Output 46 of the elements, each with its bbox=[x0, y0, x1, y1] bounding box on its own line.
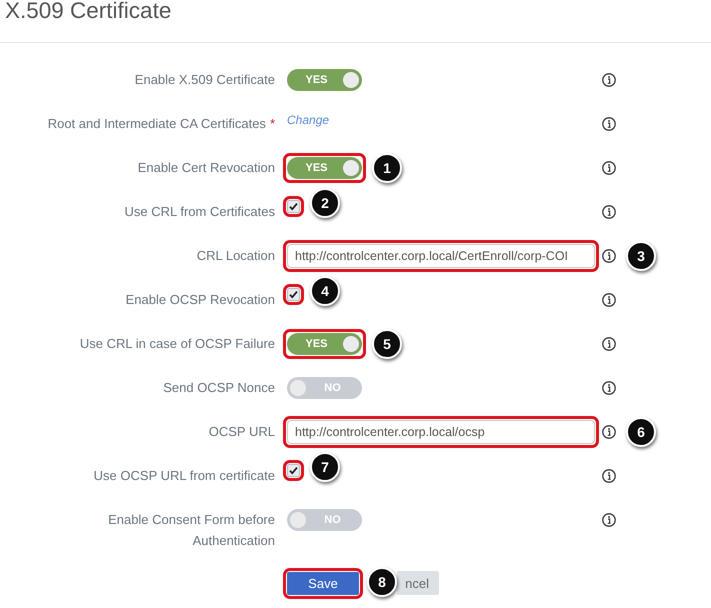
checkmark-icon bbox=[289, 466, 298, 475]
callout-marker: 7 bbox=[310, 452, 340, 482]
field-label: Use OCSP URL from certificate bbox=[94, 467, 275, 485]
checkbox[interactable] bbox=[287, 464, 300, 477]
info-icon[interactable] bbox=[602, 73, 616, 87]
info-icon[interactable] bbox=[602, 205, 616, 219]
callout-marker: 5 bbox=[372, 329, 402, 359]
callout-marker: 2 bbox=[310, 188, 340, 218]
field-label: Use CRL in case of OCSP Failure bbox=[80, 335, 275, 353]
field-label: Enable Consent Form before Authentication bbox=[108, 511, 275, 550]
toggle-switch[interactable]: YES bbox=[287, 157, 362, 179]
toggle-switch[interactable]: YES bbox=[287, 333, 362, 355]
info-icon[interactable] bbox=[602, 249, 616, 263]
field-label: Enable Cert Revocation bbox=[138, 159, 275, 177]
info-icon[interactable] bbox=[602, 161, 616, 175]
field-label: Enable X.509 Certificate bbox=[134, 71, 275, 89]
info-icon[interactable] bbox=[602, 293, 616, 307]
callout-marker: 8 bbox=[367, 567, 397, 597]
field-label: Use CRL from Certificates bbox=[124, 203, 275, 221]
url-field[interactable]: http://controlcenter.corp.local/CertEnroll/corp-COI bbox=[287, 244, 595, 268]
field-label: Root and Intermediate CA Certificates bbox=[48, 115, 266, 133]
required-mark: * bbox=[270, 115, 275, 133]
toggle-switch[interactable]: YES bbox=[287, 69, 362, 91]
cancel-button[interactable]: ncel bbox=[397, 571, 439, 595]
callout-marker: 4 bbox=[310, 276, 340, 306]
checkbox[interactable] bbox=[287, 288, 300, 301]
info-icon[interactable] bbox=[602, 337, 616, 351]
callout-marker: 6 bbox=[626, 417, 656, 447]
page-title: X.509 Certificate bbox=[5, 0, 172, 22]
checkmark-icon bbox=[289, 290, 298, 299]
field-label: Send OCSP Nonce bbox=[163, 379, 275, 397]
callout-marker: 3 bbox=[626, 241, 656, 271]
info-icon[interactable] bbox=[602, 469, 616, 483]
change-link[interactable]: Change bbox=[287, 112, 330, 128]
checkmark-icon bbox=[289, 202, 298, 211]
checkbox[interactable] bbox=[287, 200, 300, 213]
field-label: OCSP URL bbox=[208, 423, 275, 441]
info-icon[interactable] bbox=[602, 513, 616, 527]
info-icon[interactable] bbox=[602, 381, 616, 395]
url-field[interactable]: http://controlcenter.corp.local/ocsp bbox=[287, 420, 595, 444]
info-icon[interactable] bbox=[602, 117, 616, 131]
callout-marker: 1 bbox=[372, 153, 402, 183]
field-label: Enable OCSP Revocation bbox=[126, 291, 275, 309]
field-label: CRL Location bbox=[196, 247, 275, 265]
info-icon[interactable] bbox=[602, 425, 616, 439]
save-button[interactable]: Save bbox=[287, 572, 359, 594]
